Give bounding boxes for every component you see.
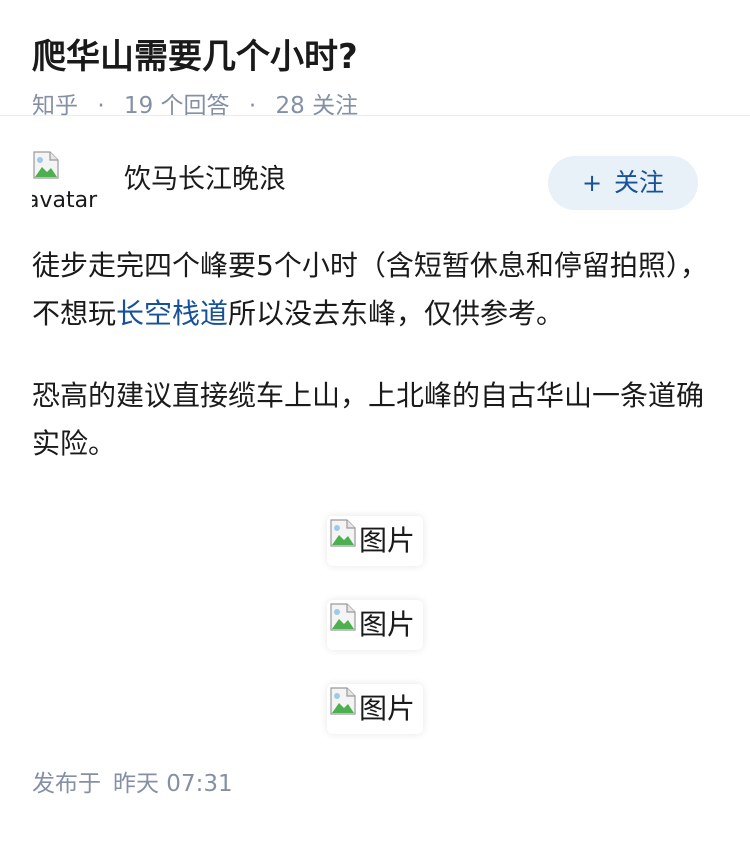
- answer-image[interactable]: 图片: [327, 600, 423, 650]
- follower-count: 28: [275, 93, 305, 119]
- answer: avatar 饮马长江晚浪 + 关注 徒步走完四个峰要5个小时（含短暂休息和停留拍…: [0, 150, 750, 800]
- answer-count: 19: [123, 93, 154, 119]
- follow-button[interactable]: + 关注: [548, 156, 698, 210]
- author-row: avatar 饮马长江晚浪 + 关注: [32, 150, 718, 242]
- plus-icon: +: [581, 169, 603, 197]
- author-name[interactable]: 饮马长江晚浪: [124, 162, 286, 198]
- inline-link[interactable]: 长空栈道: [116, 297, 228, 330]
- published-label: 发布于: [32, 771, 101, 797]
- paragraph-text: 所以没去东峰，仅供参考。: [228, 297, 565, 330]
- broken-image-icon: [330, 603, 356, 631]
- question-header: 爬华山需要几个小时? 知乎 · 19 个回答 · 28 关注: [0, 0, 750, 119]
- follow-button-label: 关注: [614, 168, 665, 197]
- question-title[interactable]: 爬华山需要几个小时?: [32, 34, 718, 80]
- separator-dot: ·: [97, 93, 105, 119]
- image-alt-text: 图片: [359, 608, 416, 641]
- answer-paragraph: 恐高的建议直接缆车上山，上北峰的自古华山一条道确实险。: [32, 379, 705, 460]
- zhihu-answer-page: 爬华山需要几个小时? 知乎 · 19 个回答 · 28 关注 avatar 饮马…: [0, 0, 750, 864]
- broken-image-icon: [33, 151, 59, 179]
- answer-image[interactable]: 图片: [327, 516, 423, 566]
- follower-count-label: 关注: [312, 93, 359, 119]
- avatar-alt-text: avatar: [32, 188, 98, 213]
- published-time: 昨天 07:31: [113, 771, 233, 797]
- question-meta: 知乎 · 19 个回答 · 28 关注: [32, 90, 718, 122]
- answer-paragraph: 徒步走完四个峰要5个小时（含短暂休息和停留拍照），不想玩长空栈道所以没去东峰，仅…: [32, 242, 718, 338]
- image-alt-text: 图片: [359, 524, 416, 557]
- avatar[interactable]: avatar: [32, 150, 100, 218]
- separator-dot: ·: [248, 93, 257, 119]
- answer-image[interactable]: 图片: [327, 684, 423, 734]
- publish-time: 发布于 昨天 07:31: [32, 768, 718, 800]
- answer-count-label: 个回答: [160, 93, 230, 119]
- image-alt-text: 图片: [359, 692, 416, 725]
- source-label[interactable]: 知乎: [32, 93, 78, 119]
- broken-image-icon: [330, 687, 356, 715]
- image-gallery: 图片 图片 图片: [32, 516, 718, 734]
- broken-image-icon: [330, 519, 356, 547]
